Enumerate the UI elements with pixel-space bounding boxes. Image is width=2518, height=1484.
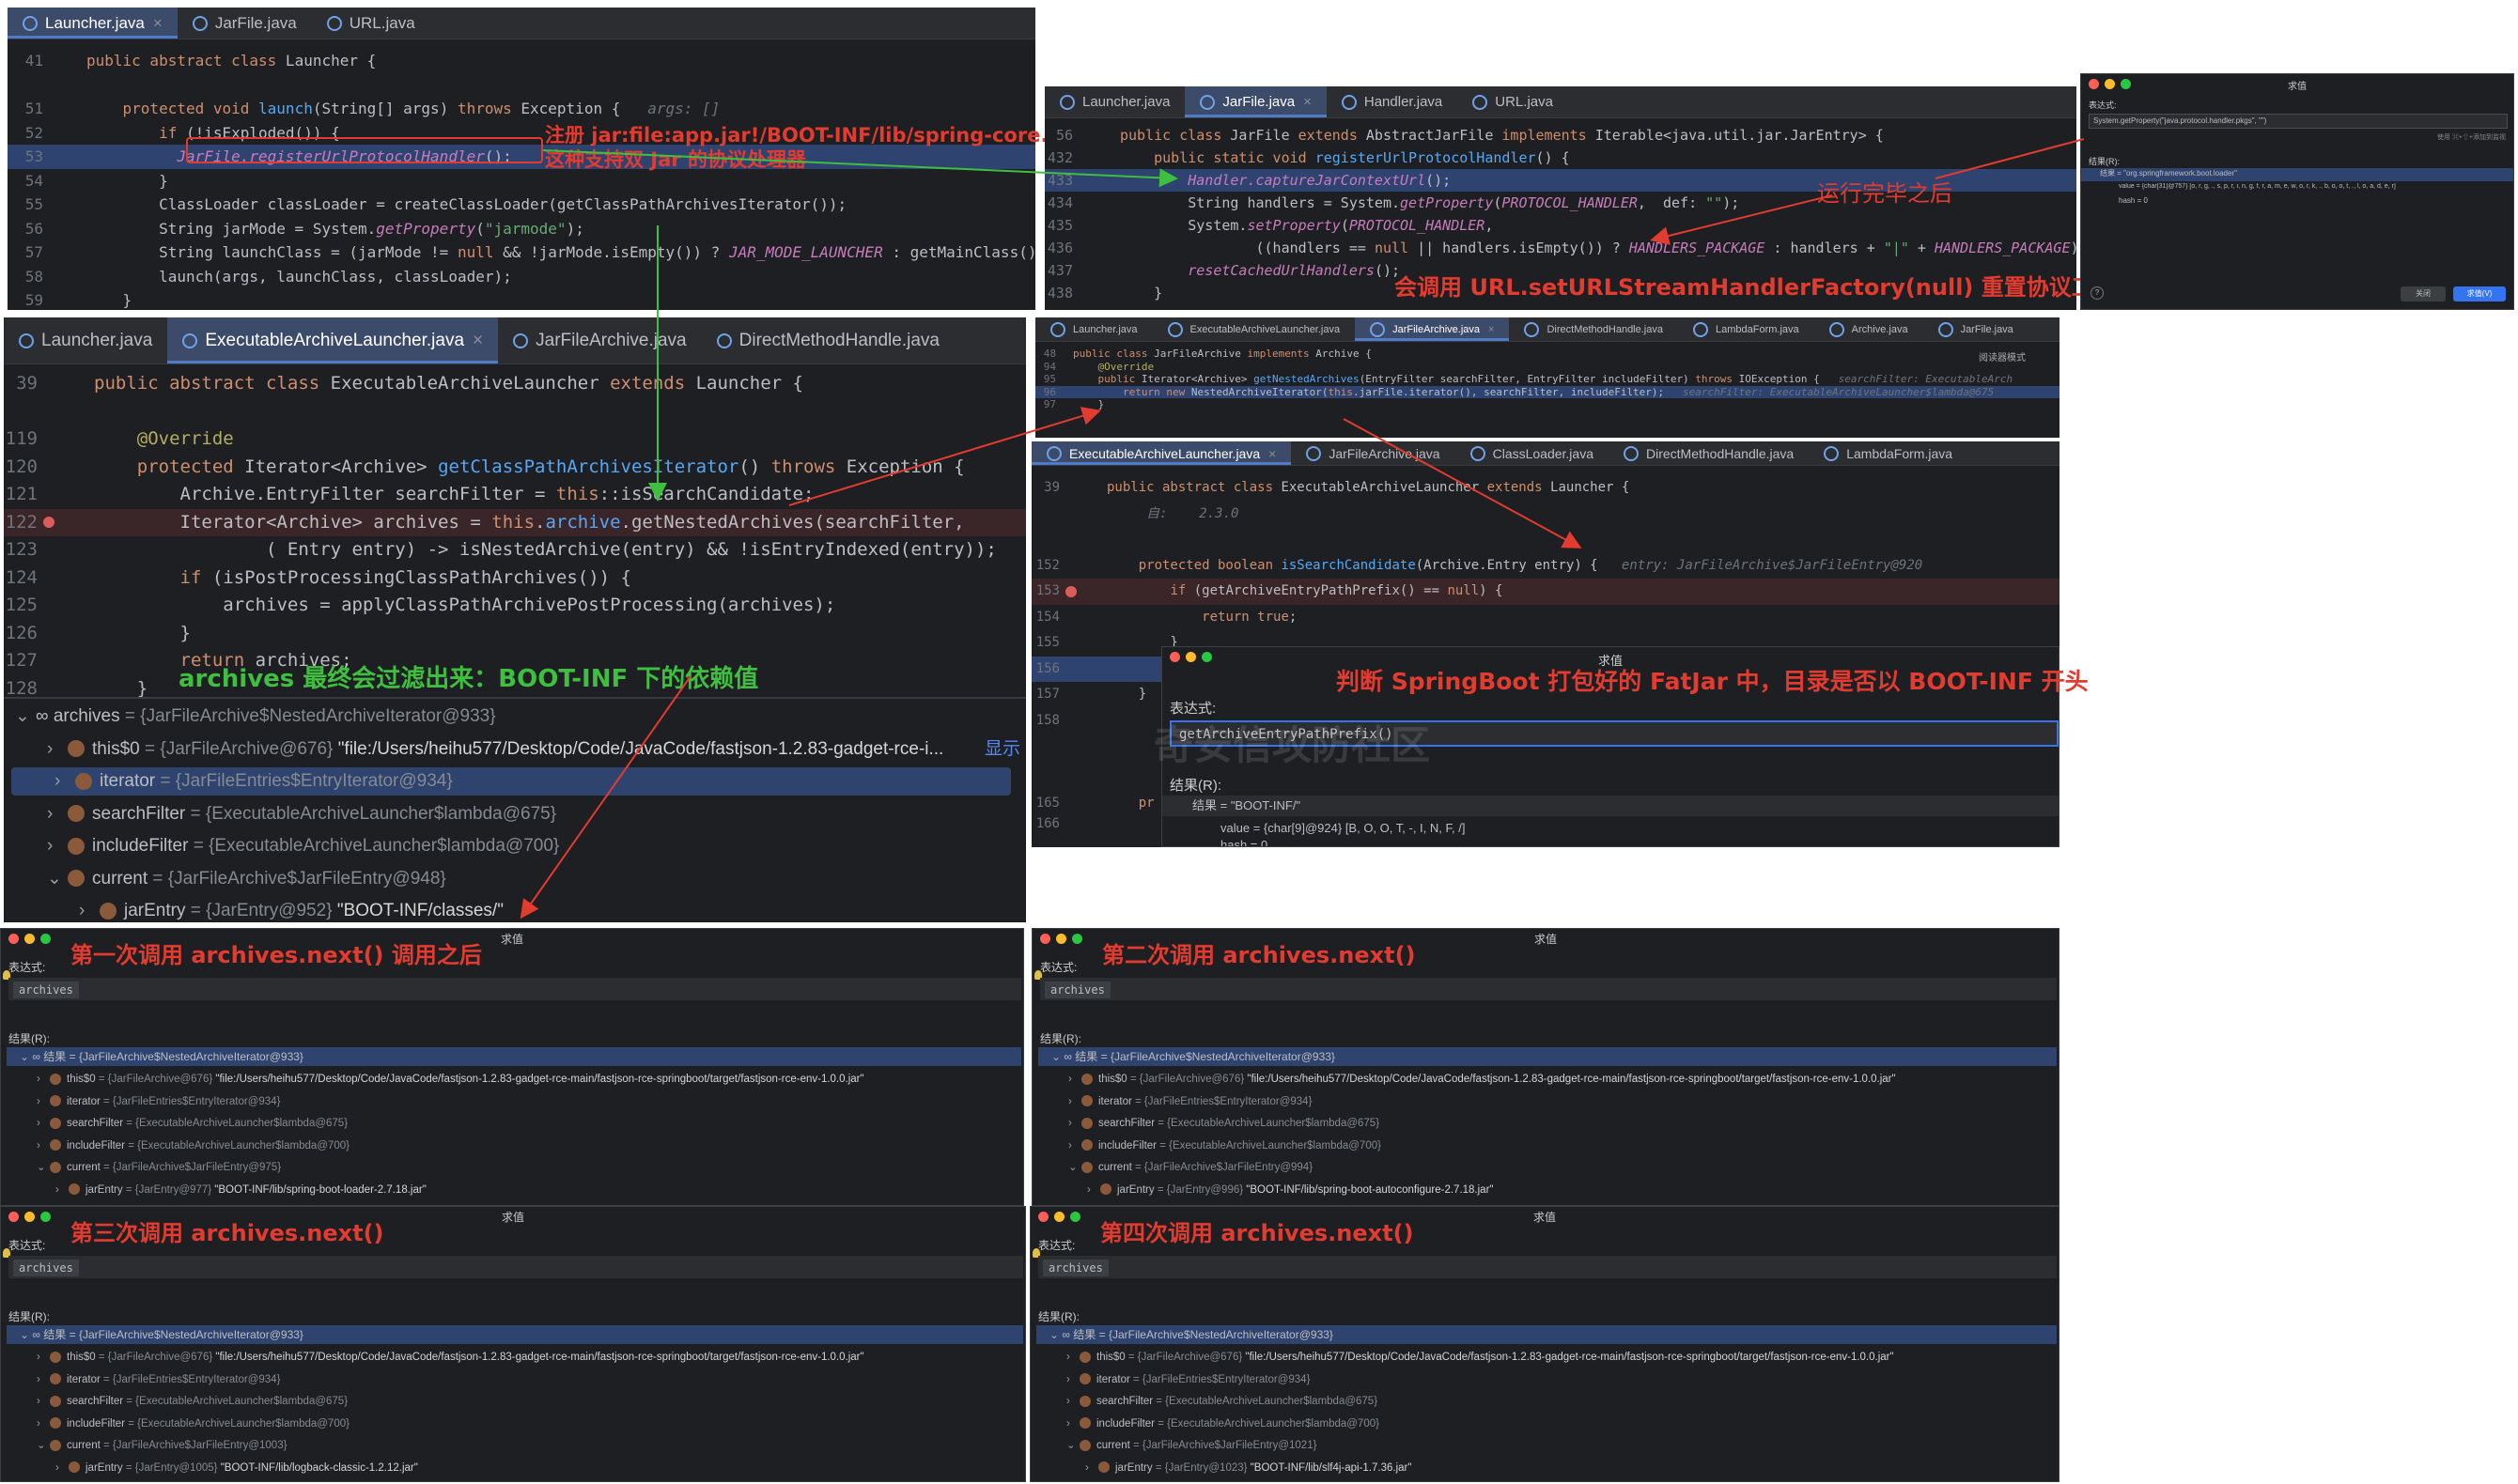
- arrow-note-to-code: [1650, 194, 1833, 245]
- arrow-filter-to-candidate: [1343, 418, 1582, 549]
- arrow-note-to-jarentry: [520, 675, 692, 920]
- arrow-eval-to-setproperty: [1935, 138, 2085, 179]
- arrow-register-to-jarfile: [542, 149, 1178, 188]
- arrow-eal-to-jfa: [788, 407, 1101, 506]
- annotation-arrows: [520, 138, 2085, 920]
